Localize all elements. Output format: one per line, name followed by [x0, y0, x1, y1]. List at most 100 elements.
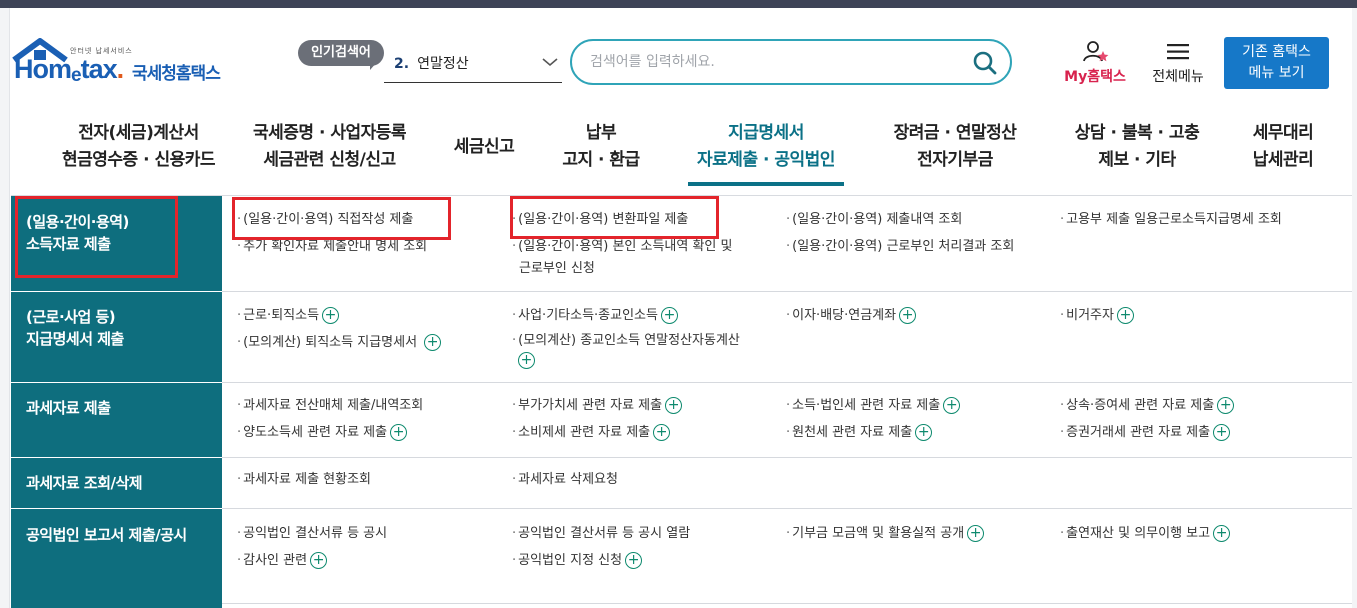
- expand-plus-icon[interactable]: +: [322, 307, 340, 324]
- left-frame: [0, 8, 10, 608]
- menu-link-withholding[interactable]: · 원천세 관련 자료 제출 +: [786, 423, 933, 443]
- bullet: ·: [786, 212, 791, 227]
- menu-link-text: 비거주자: [1066, 308, 1114, 323]
- search-box: [570, 39, 1012, 85]
- nav-tab-certificate[interactable]: 국세증명 · 사업자등록 세금관련 신청/신고: [237, 120, 422, 174]
- expand-plus-icon[interactable]: +: [390, 424, 408, 441]
- menu-link-file-convert-submit[interactable]: · (일용·간이·용역) 변환파일 제출: [512, 210, 688, 230]
- menu-link-securities[interactable]: · 증권거래세 관련 자료 제출 +: [1060, 423, 1231, 443]
- menu-link-text: 추가 확인자료 제출안내 명세 조회: [243, 239, 428, 254]
- expand-plus-icon[interactable]: +: [1213, 525, 1231, 542]
- menu-link-contribution-report[interactable]: · 출연재산 및 의무이행 보고 +: [1060, 524, 1231, 544]
- logo-tax-text: tax: [80, 54, 118, 84]
- menu-link-designation[interactable]: · 공익법인 지정 신청 +: [512, 551, 643, 571]
- all-menu-label: 전체메뉴: [1152, 69, 1204, 85]
- bullet: ·: [512, 398, 517, 413]
- category-line1: 공익법인 보고서 제출/공시: [26, 526, 187, 544]
- search-input[interactable]: [590, 51, 950, 73]
- expand-plus-icon[interactable]: +: [915, 424, 933, 441]
- nav-tab-tax-agent[interactable]: 세무대리 납세관리: [1233, 120, 1333, 174]
- menu-link-direct-submit[interactable]: · (일용·간이·용역) 직접작성 제출: [237, 210, 413, 230]
- menu-link-vat[interactable]: · 부가가치세 관련 자료 제출 +: [512, 396, 683, 416]
- row-divider: [222, 291, 1352, 292]
- search-icon[interactable]: [972, 50, 998, 76]
- chevron-down-icon[interactable]: [541, 55, 559, 69]
- legacy-menu-button[interactable]: 기존 홈택스 메뉴 보기: [1224, 37, 1329, 89]
- expand-plus-icon[interactable]: +: [1116, 307, 1134, 324]
- popular-search-underline: [384, 82, 562, 83]
- category-tax-data-submit[interactable]: 과세자료 제출: [26, 397, 111, 419]
- menu-link-donation-disclosure[interactable]: · 기부금 모금액 및 활용실적 공개 +: [786, 524, 985, 544]
- menu-link-submit-history[interactable]: · (일용·간이·용역) 제출내역 조회: [786, 210, 962, 230]
- menu-link-labor-ministry[interactable]: · 고용부 제출 일용근로소득지급명세 조회: [1060, 210, 1282, 230]
- category-payment-statement[interactable]: (근로·사업 등) 지급명세서 제출: [26, 306, 124, 350]
- expand-plus-icon[interactable]: +: [1213, 424, 1231, 441]
- logo-home-text: Hom: [14, 54, 72, 84]
- expand-plus-icon[interactable]: +: [625, 552, 643, 569]
- bullet: ·: [237, 553, 242, 568]
- menu-link-nonresident[interactable]: · 비거주자 +: [1060, 306, 1134, 326]
- all-menu-button[interactable]: 전체메뉴: [1144, 40, 1212, 88]
- nav-tab-payment-statement[interactable]: 지급명세서 자료제출 · 공익법인: [683, 120, 849, 174]
- bullet: ·: [512, 526, 517, 541]
- nav-tab-tax-return[interactable]: 세금신고: [439, 134, 529, 161]
- menu-link-text: 근로·퇴직소득: [243, 308, 320, 323]
- menu-link-interest-dividend[interactable]: · 이자·배당·연금계좌 +: [786, 306, 917, 326]
- menu-link-delete-request[interactable]: · 과세자료 삭제요청: [512, 470, 618, 490]
- bullet: ·: [512, 212, 517, 227]
- menu-link-extra-info[interactable]: · 추가 확인자료 제출안내 명세 조회: [237, 237, 427, 257]
- nav-tab-line2: 고지 · 환급: [562, 150, 640, 170]
- nav-tab-consult[interactable]: 상담 · 불복 · 고충 제보 · 기타: [1057, 120, 1217, 174]
- expand-plus-icon[interactable]: +: [660, 307, 678, 324]
- hometax-logo[interactable]: 안터넷 납세서비스 Hometax. 국세청홈택스: [12, 38, 234, 90]
- menu-link-auditor[interactable]: · 감사인 관련 +: [237, 551, 328, 571]
- logo-korean-name: 국세청홈택스: [132, 64, 221, 84]
- menu-link-own-income-cont[interactable]: 근로부인 신청: [519, 259, 595, 279]
- expand-plus-icon[interactable]: +: [899, 307, 917, 324]
- menu-link-business-other[interactable]: · 사업·기타소득·종교인소득 +: [512, 306, 678, 326]
- menu-link-consumption[interactable]: · 소비제세 관련 자료 제출 +: [512, 423, 671, 443]
- nav-tab-incentive[interactable]: 장려금 · 연말정산 전자기부금: [875, 120, 1035, 174]
- category-tax-data-query[interactable]: 과세자료 조회/삭제: [26, 472, 143, 494]
- menu-link-settlement-disclosure[interactable]: · 공익법인 결산서류 등 공시: [237, 524, 387, 544]
- bullet: ·: [786, 239, 791, 254]
- menu-link-own-income[interactable]: · (일용·간이·용역) 본인 소득내역 확인 및: [512, 237, 732, 257]
- menu-link-settlement-view[interactable]: · 공익법인 결산서류 등 공시 열람: [512, 524, 690, 544]
- expand-plus-icon[interactable]: +: [1217, 397, 1235, 414]
- menu-link-submit-status[interactable]: · 과세자료 제출 현황조회: [237, 470, 371, 490]
- category-line2: 지급명세서 제출: [26, 330, 124, 348]
- expand-plus-icon[interactable]: +: [665, 397, 683, 414]
- legacy-menu-line2: 메뉴 보기: [1248, 65, 1305, 81]
- menu-link-media-submit[interactable]: · 과세자료 전산매체 제출/내역조회: [237, 396, 423, 416]
- popular-search-term[interactable]: 2. 연말정산: [394, 53, 469, 73]
- row-divider: [222, 457, 1352, 458]
- nav-tab-line1: 세무대리: [1252, 123, 1314, 143]
- my-hometax-button[interactable]: My홈택스: [1056, 40, 1134, 88]
- category-daily-income[interactable]: (일용·간이·용역) 소득자료 제출: [26, 211, 129, 255]
- menu-link-earned-retirement[interactable]: · 근로·퇴직소득 +: [237, 306, 340, 326]
- category-line1: (일용·간이·용역): [26, 213, 129, 231]
- bullet: ·: [512, 308, 517, 323]
- expand-plus-icon[interactable]: +: [518, 352, 535, 369]
- bullet: ·: [1060, 425, 1065, 440]
- expand-plus-icon[interactable]: +: [943, 397, 961, 414]
- menu-link-inheritance[interactable]: · 상속·증여세 관련 자료 제출 +: [1060, 396, 1235, 416]
- expand-plus-icon[interactable]: +: [967, 525, 985, 542]
- menu-link-mock-retirement[interactable]: · (모의계산) 퇴직소득 지급명세서 +: [237, 333, 442, 353]
- right-frame: [1352, 8, 1357, 608]
- menu-link-text: (모의계산) 종교인소득 연말정산자동계산: [518, 333, 740, 348]
- expand-plus-icon[interactable]: +: [310, 552, 328, 569]
- expand-plus-icon[interactable]: +: [424, 334, 442, 351]
- menu-link-mock-religious[interactable]: · (모의계산) 종교인소득 연말정산자동계산: [512, 331, 740, 351]
- menu-link-text: (일용·간이·용역) 제출내역 조회: [792, 212, 963, 227]
- nav-tab-e-invoice[interactable]: 전자(세금)계산서 현금영수증 · 신용카드: [51, 120, 226, 174]
- menu-link-transfer-income[interactable]: · 양도소득세 관련 자료 제출 +: [237, 423, 408, 443]
- bullet: ·: [237, 239, 242, 254]
- expand-plus-icon[interactable]: +: [653, 424, 671, 441]
- bullet: ·: [512, 239, 517, 254]
- nav-tab-line2: 자료제출 · 공익법인: [697, 150, 835, 170]
- category-public-corporation[interactable]: 공익법인 보고서 제출/공시: [26, 524, 187, 546]
- menu-link-income-corporate[interactable]: · 소득·법인세 관련 자료 제출 +: [786, 396, 961, 416]
- nav-tab-payment[interactable]: 납부 고지 · 환급: [551, 120, 651, 174]
- menu-link-denial-result[interactable]: · (일용·간이·용역) 근로부인 처리결과 조회: [786, 237, 1014, 257]
